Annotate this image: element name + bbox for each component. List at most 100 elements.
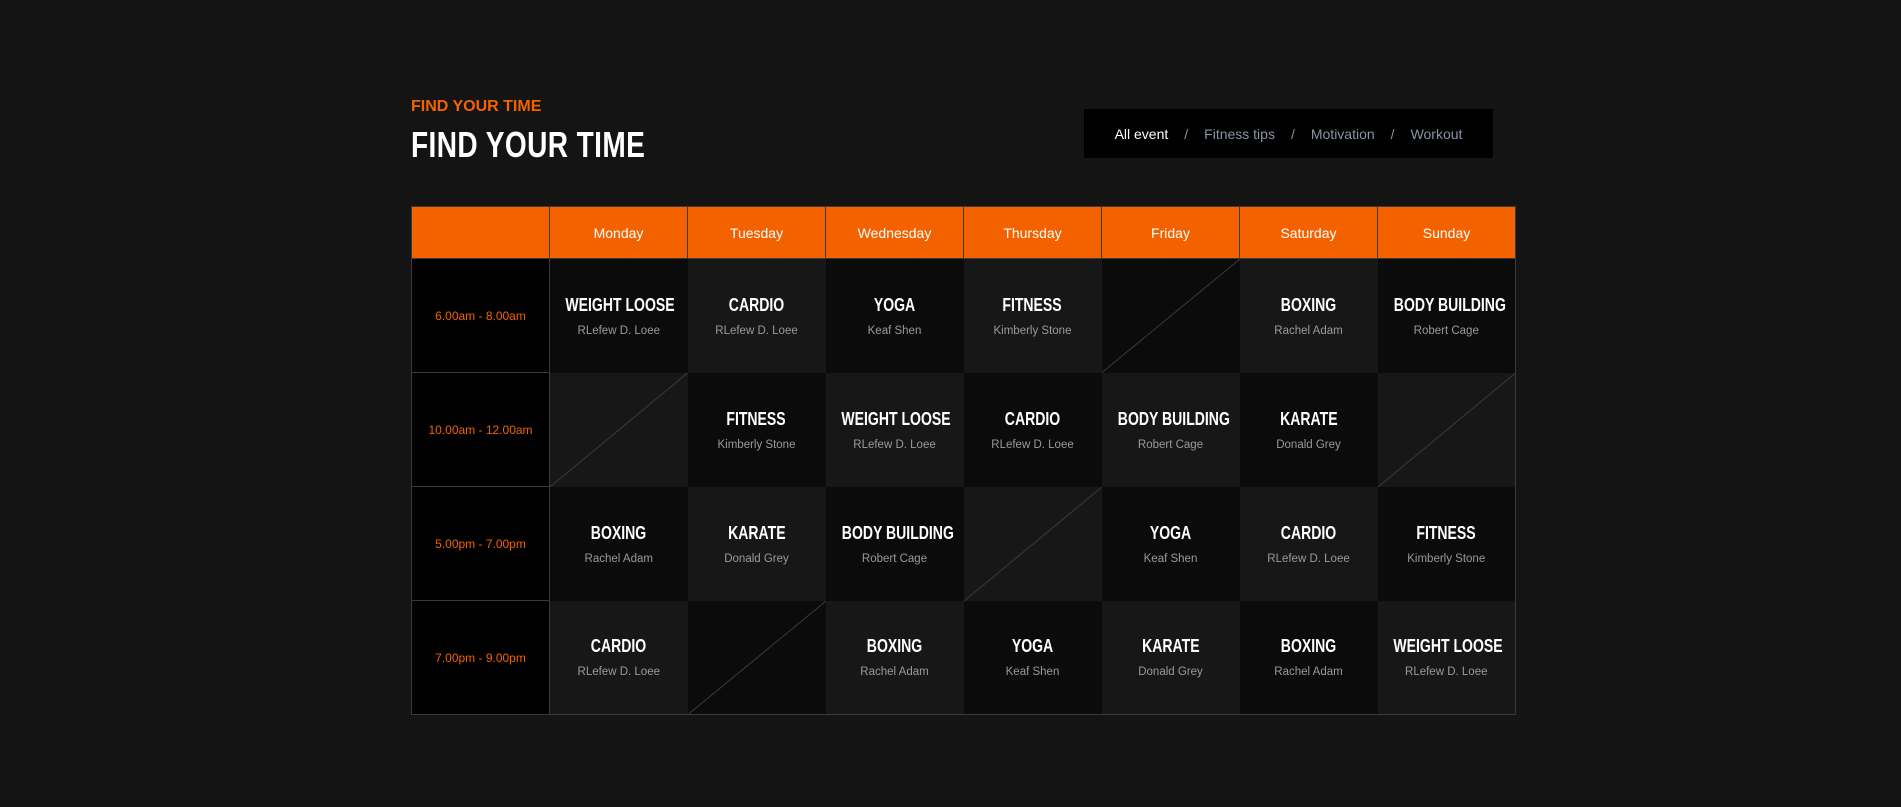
class-cell[interactable]: BODY BUILDING Robert Cage bbox=[1101, 372, 1240, 487]
trainer-name: Donald Grey bbox=[724, 552, 789, 565]
day-header-friday: Friday bbox=[1101, 206, 1240, 259]
class-cell[interactable]: BODY BUILDING Robert Cage bbox=[825, 486, 964, 601]
class-cell[interactable]: YOGA Keaf Shen bbox=[1101, 486, 1240, 601]
class-cell[interactable]: KARATE Donald Grey bbox=[687, 486, 826, 601]
corner-header bbox=[411, 206, 550, 259]
table-row: 10.00am - 12.00am FITNESS Kimberly Stone WE… bbox=[411, 372, 1516, 487]
class-cell[interactable]: CARDIO RLefew D. Loee bbox=[963, 372, 1102, 487]
class-name: YOGA bbox=[873, 294, 916, 315]
trainer-name: RLefew D. Loee bbox=[1267, 552, 1350, 565]
filter-workout[interactable]: Workout bbox=[1411, 126, 1463, 142]
class-cell[interactable]: BOXING Rachel Adam bbox=[1239, 258, 1378, 373]
class-name: YOGA bbox=[1149, 522, 1192, 543]
filter-separator: / bbox=[1390, 125, 1395, 142]
table-row: 6.00am - 8.00am WEIGHT LOOSE RLefew D. Loe… bbox=[411, 258, 1516, 373]
table-row: 5.00pm - 7.00pm BOXING Rachel Adam KARATE Do… bbox=[411, 486, 1516, 601]
filter-fitness-tips[interactable]: Fitness tips bbox=[1204, 126, 1275, 142]
trainer-name: Keaf Shen bbox=[1005, 666, 1060, 679]
page-title: FIND YOUR TIME bbox=[411, 124, 646, 165]
trainer-name: Kimberly Stone bbox=[1407, 552, 1486, 565]
class-name: FITNESS bbox=[1002, 294, 1063, 315]
class-name: KARATE bbox=[1141, 636, 1200, 657]
class-name: BOXING bbox=[1280, 636, 1337, 657]
trainer-name: Robert Cage bbox=[861, 552, 928, 565]
class-name: CARDIO bbox=[1004, 408, 1061, 429]
class-cell[interactable]: WEIGHT LOOSE RLefew D. Loee bbox=[825, 372, 964, 487]
class-name: FITNESS bbox=[726, 408, 787, 429]
class-cell[interactable]: KARATE Donald Grey bbox=[1239, 372, 1378, 487]
day-header-wednesday: Wednesday bbox=[825, 206, 964, 259]
class-cell[interactable]: WEIGHT LOOSE RLefew D. Loee bbox=[1377, 600, 1516, 715]
class-cell[interactable]: WEIGHT LOOSE RLefew D. Loee bbox=[549, 258, 688, 373]
class-cell[interactable]: BOXING Rachel Adam bbox=[1239, 600, 1378, 715]
filter-motivation[interactable]: Motivation bbox=[1311, 126, 1375, 142]
diagonal-line bbox=[688, 601, 826, 715]
filter-separator: / bbox=[1184, 125, 1189, 142]
class-cell[interactable]: BOXING Rachel Adam bbox=[825, 600, 964, 715]
class-name: BODY BUILDING bbox=[841, 522, 954, 543]
class-name: WEIGHT LOOSE bbox=[1392, 636, 1503, 657]
class-name: CARDIO bbox=[728, 294, 785, 315]
empty-cell bbox=[549, 372, 688, 487]
day-header-sunday: Sunday bbox=[1377, 206, 1516, 259]
trainer-name: RLefew D. Loee bbox=[577, 324, 660, 337]
day-header-monday: Monday bbox=[549, 206, 688, 259]
empty-cell bbox=[1377, 372, 1516, 487]
trainer-name: Rachel Adam bbox=[1274, 666, 1343, 679]
class-cell[interactable]: YOGA Keaf Shen bbox=[825, 258, 964, 373]
class-name: CARDIO bbox=[1280, 522, 1337, 543]
class-name: WEIGHT LOOSE bbox=[565, 294, 675, 315]
class-cell[interactable]: BODY BUILDING Robert Cage bbox=[1377, 258, 1516, 373]
trainer-name: Rachel Adam bbox=[584, 552, 653, 565]
class-name: BOXING bbox=[591, 522, 647, 543]
trainer-name: Rachel Adam bbox=[860, 666, 929, 679]
day-header-tuesday: Tuesday bbox=[687, 206, 826, 259]
class-cell[interactable]: CARDIO RLefew D. Loee bbox=[687, 258, 826, 373]
trainer-name: Rachel Adam bbox=[1274, 324, 1343, 337]
trainer-name: Robert Cage bbox=[1413, 324, 1479, 337]
class-name: BODY BUILDING bbox=[1393, 294, 1506, 315]
time-slot: 5.00pm - 7.00pm bbox=[411, 486, 550, 601]
trainer-name: Donald Grey bbox=[1276, 438, 1341, 451]
section-subtitle: FIND YOUR TIME bbox=[411, 98, 542, 115]
time-slot: 10.00am - 12.00am bbox=[411, 372, 550, 487]
class-cell[interactable]: FITNESS Kimberly Stone bbox=[687, 372, 826, 487]
class-name: CARDIO bbox=[591, 636, 647, 657]
trainer-name: RLefew D. Loee bbox=[1405, 666, 1488, 679]
class-cell[interactable]: FITNESS Kimberly Stone bbox=[1377, 486, 1516, 601]
class-name: BOXING bbox=[866, 636, 923, 657]
class-cell[interactable]: FITNESS Kimberly Stone bbox=[963, 258, 1102, 373]
trainer-name: Robert Cage bbox=[1137, 438, 1204, 451]
class-cell[interactable]: YOGA Keaf Shen bbox=[963, 600, 1102, 715]
trainer-name: RLefew D. Loee bbox=[853, 438, 936, 451]
trainer-name: Kimberly Stone bbox=[717, 438, 796, 451]
time-slot: 7.00pm - 9.00pm bbox=[411, 600, 550, 715]
class-cell[interactable]: CARDIO RLefew D. Loee bbox=[549, 600, 688, 715]
empty-cell bbox=[1101, 258, 1240, 373]
class-name: YOGA bbox=[1011, 636, 1054, 657]
class-name: KARATE bbox=[727, 522, 786, 543]
class-name: BOXING bbox=[1280, 294, 1337, 315]
class-name: KARATE bbox=[1279, 408, 1338, 429]
class-name: FITNESS bbox=[1416, 522, 1476, 543]
diagonal-line bbox=[1102, 259, 1240, 373]
class-cell[interactable]: BOXING Rachel Adam bbox=[549, 486, 688, 601]
day-header-saturday: Saturday bbox=[1239, 206, 1378, 259]
empty-cell bbox=[963, 486, 1102, 601]
filter-nav: All event / Fitness tips / Motivation / Workou… bbox=[1084, 109, 1493, 158]
class-cell[interactable]: CARDIO RLefew D. Loee bbox=[1239, 486, 1378, 601]
table-row: 7.00pm - 9.00pm CARDIO RLefew D. Loee BOXIN… bbox=[411, 600, 1516, 715]
time-slot: 6.00am - 8.00am bbox=[411, 258, 550, 373]
diagonal-line bbox=[1378, 373, 1516, 487]
class-name: WEIGHT LOOSE bbox=[840, 408, 951, 429]
filter-all-event[interactable]: All event bbox=[1115, 126, 1169, 142]
class-cell[interactable]: KARATE Donald Grey bbox=[1101, 600, 1240, 715]
trainer-name: RLefew D. Loee bbox=[577, 666, 660, 679]
diagonal-line bbox=[964, 487, 1102, 601]
filter-separator: / bbox=[1290, 125, 1295, 142]
trainer-name: Kimberly Stone bbox=[993, 324, 1072, 337]
day-header-thursday: Thursday bbox=[963, 206, 1102, 259]
schedule-table: Monday Tuesday Wednesday Thursday Friday Satu… bbox=[411, 206, 1516, 715]
trainer-name: Keaf Shen bbox=[1143, 552, 1198, 565]
trainer-name: Keaf Shen bbox=[867, 324, 922, 337]
